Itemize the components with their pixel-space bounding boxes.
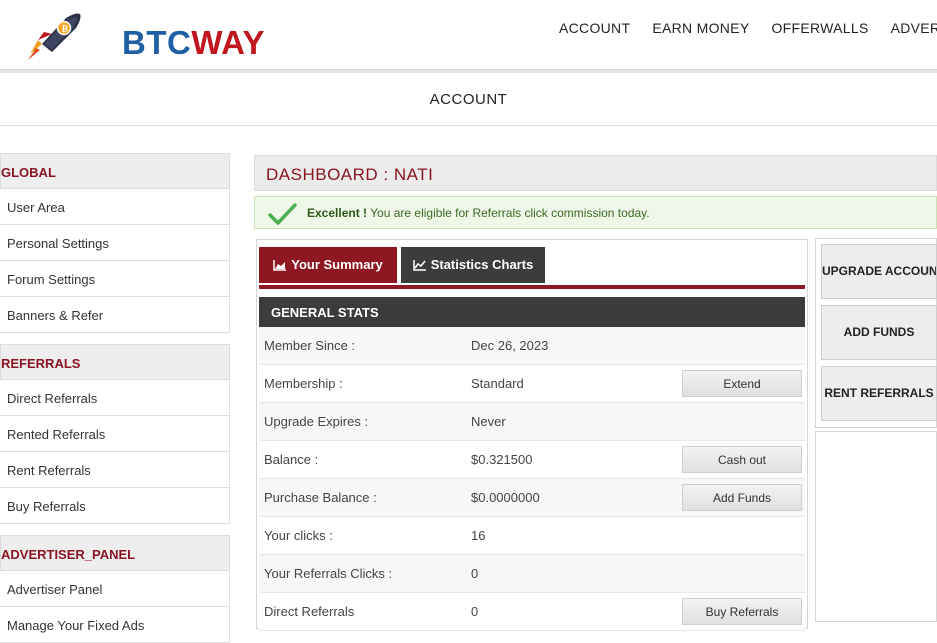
tab-statistics-charts[interactable]: Statistics Charts — [401, 247, 545, 283]
sidebar-item-direct-referrals[interactable]: Direct Referrals — [0, 380, 230, 416]
sidebar: GLOBAL User Area Personal Settings Forum… — [0, 153, 230, 643]
sidebar-item-buy-referrals[interactable]: Buy Referrals — [0, 488, 230, 524]
section-title: GENERAL STATS — [271, 305, 379, 320]
sidebar-item-user-area[interactable]: User Area — [0, 189, 230, 225]
stats-row-purchase-balance: Purchase Balance : $0.0000000 Add Funds — [259, 479, 805, 517]
top-header: ₿ BTCWAY ACCOUNT EARN MONEY OFFERWALLS A… — [0, 0, 937, 70]
add-funds-button[interactable]: Add Funds — [682, 484, 802, 511]
row-label: Purchase Balance : — [264, 490, 377, 505]
sidebar-item-forum-settings[interactable]: Forum Settings — [0, 261, 230, 297]
add-funds-side-button[interactable]: ADD FUNDS — [821, 305, 937, 360]
dashboard-header: DASHBOARD : NATI — [254, 155, 937, 191]
row-value: $0.0000000 — [471, 490, 540, 505]
stats-row-membership: Membership : Standard Extend — [259, 365, 805, 403]
sidebar-item-personal-settings[interactable]: Personal Settings — [0, 225, 230, 261]
row-value: 0 — [471, 566, 479, 581]
right-lower-panel — [815, 431, 937, 622]
row-value: Dec 26, 2023 — [471, 338, 549, 353]
buy-referrals-button[interactable]: Buy Referrals — [682, 598, 802, 625]
alert-body: You are eligible for Referrals click com… — [370, 206, 650, 220]
row-label: Member Since : — [264, 338, 356, 353]
row-label: Membership : — [264, 376, 343, 391]
rent-referrals-button[interactable]: RENT REFERRALS — [821, 366, 937, 421]
stats-row-your-clicks: Your clicks : 16 — [259, 517, 805, 555]
row-value: 16 — [471, 528, 486, 543]
row-label: Your clicks : — [264, 528, 333, 543]
tab-label: Statistics Charts — [430, 257, 534, 272]
page-title-bar: ACCOUNT — [0, 73, 937, 126]
line-chart-icon — [412, 260, 426, 271]
alert-strong: Excellent ! — [307, 206, 368, 220]
stats-row-direct-referrals: Direct Referrals 0 Buy Referrals — [259, 593, 805, 631]
nav-advertise[interactable]: ADVERTIS — [891, 20, 937, 36]
brand-name: BTCWAY — [122, 24, 265, 62]
extend-button[interactable]: Extend — [682, 370, 802, 397]
dashboard-title: DASHBOARD : NATI — [266, 165, 434, 184]
sidebar-item-advertiser-panel[interactable]: Advertiser Panel — [0, 571, 230, 607]
sidebar-item-rented-referrals[interactable]: Rented Referrals — [0, 416, 230, 452]
rocket-icon: ₿ — [28, 13, 81, 60]
success-alert: Excellent ! You are eligible for Referra… — [254, 196, 937, 229]
nav-earn-money[interactable]: EARN MONEY — [652, 20, 749, 36]
stats-row-member-since: Member Since : Dec 26, 2023 — [259, 327, 805, 365]
row-value: 0 — [471, 604, 479, 619]
tab-underline — [259, 285, 805, 289]
row-label: Direct Referrals — [264, 604, 355, 619]
sidebar-group-advertiser: ADVERTISER_PANEL — [0, 535, 230, 571]
sidebar-item-manage-fixed-ads[interactable]: Manage Your Fixed Ads — [0, 607, 230, 643]
site-logo[interactable]: ₿ BTCWAY — [26, 10, 264, 62]
general-stats-heading: GENERAL STATS — [259, 297, 805, 327]
brand-part-1: BTC — [122, 24, 192, 61]
stats-table: Member Since : Dec 26, 2023 Membership :… — [259, 327, 805, 631]
row-label: Your Referrals Clicks : — [264, 566, 393, 581]
cash-out-button[interactable]: Cash out — [682, 446, 802, 473]
row-label: Upgrade Expires : — [264, 414, 369, 429]
sidebar-group-referrals: REFERRALS — [0, 344, 230, 380]
row-value: Standard — [471, 376, 524, 391]
sidebar-item-banners-refer[interactable]: Banners & Refer — [0, 297, 230, 333]
sidebar-group-global: GLOBAL — [0, 153, 230, 189]
nav-account[interactable]: ACCOUNT — [559, 20, 630, 36]
page-title: ACCOUNT — [429, 91, 508, 108]
checkmark-icon — [268, 203, 297, 225]
area-chart-icon — [273, 260, 287, 271]
main-nav: ACCOUNT EARN MONEY OFFERWALLS ADVERTIS — [548, 20, 937, 36]
sidebar-item-rent-referrals[interactable]: Rent Referrals — [0, 452, 230, 488]
svg-text:₿: ₿ — [62, 25, 69, 34]
nav-offerwalls[interactable]: OFFERWALLS — [771, 20, 868, 36]
alert-message: Excellent ! You are eligible for Referra… — [307, 206, 650, 220]
upgrade-account-button[interactable]: UPGRADE ACCOUNT — [821, 244, 937, 299]
tab-your-summary[interactable]: Your Summary — [259, 247, 397, 283]
row-label: Balance : — [264, 452, 319, 467]
tab-label: Your Summary — [291, 257, 383, 272]
row-value: Never — [471, 414, 506, 429]
stats-row-referrals-clicks: Your Referrals Clicks : 0 — [259, 555, 805, 593]
brand-part-2: WAY — [191, 24, 265, 61]
stats-row-balance: Balance : $0.321500 Cash out — [259, 441, 805, 479]
stats-row-upgrade-expires: Upgrade Expires : Never — [259, 403, 805, 441]
row-value: $0.321500 — [471, 452, 533, 467]
